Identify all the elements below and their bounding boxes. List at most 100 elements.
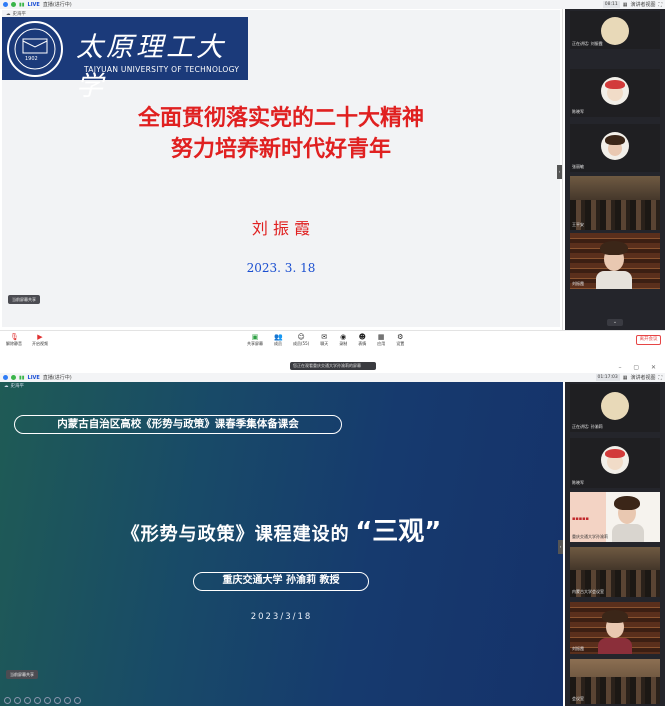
zoom-icon[interactable] — [44, 697, 51, 704]
share-screen-icon: ▣ — [251, 333, 259, 341]
unmute-button[interactable]: 🎙 解除静音 — [6, 333, 22, 347]
banner-fragment: ▪▪▪▪▪ — [572, 516, 589, 522]
participant-tile[interactable]: ▪▪▪▪▪ 重庆交通大学孙渝莉 — [570, 492, 660, 542]
participant-name: 内蒙古大学会议室 — [572, 589, 604, 594]
share-screen-button[interactable]: ▣ 共享屏幕 — [247, 333, 263, 347]
collapse-strip-handle[interactable]: › — [557, 165, 562, 179]
participant-name: 王平安 — [572, 222, 584, 227]
fullscreen-icon[interactable]: ⛶ — [658, 375, 662, 381]
mic-icon: 🎙 — [10, 333, 19, 341]
participant-tile[interactable]: 会议室 — [570, 659, 660, 704]
slide-title-main: 《形势与政策》课程建设的 — [121, 524, 350, 545]
prev-slide-icon[interactable] — [4, 697, 11, 704]
slide-author: 刘 振 霞 — [251, 219, 311, 238]
speaker-view-button[interactable]: 演讲者视图 — [630, 1, 655, 8]
screenshot-root: ▮▮ LIVE 直播(进行中) 08:11 ▦ 演讲者视图 ⛶ ☁ 史海平 19… — [0, 0, 665, 706]
meeting-toolbar: 🎙 解除静音 ▶ 开启视频 ▣ 共享屏幕 👥 成员 ☺ 成员(55) ✉ 聊天 ◉ 录制 … — [0, 330, 665, 349]
screen-share-status[interactable]: 当前屏幕共享 — [8, 295, 40, 304]
slide-1: ☁ 史海平 1902 太原理工大学 TAIYUAN UNIVERSITY OF … — [2, 10, 560, 327]
seal-year: 1902 — [25, 56, 38, 62]
participant-strip-2: 正在讲话: 孙渝莉 陈晓军 ▪▪▪▪▪ 重庆交通大学孙渝莉 内蒙古大学会议室 刘… — [565, 382, 665, 706]
top-status-bar: ▮▮ LIVE 直播(进行中) 01:17:03 ▦ 演讲者视图 ⛶ — [0, 373, 665, 382]
video-icon: ▶ — [37, 333, 43, 341]
collapse-strip-handle[interactable]: › — [558, 540, 563, 554]
live-status: 直播(进行中) — [42, 2, 72, 8]
avatar — [601, 446, 629, 474]
participant-tile[interactable]: 内蒙古大学会议室 — [570, 547, 660, 597]
slide-banner: 内蒙古自治区高校《形势与政策》课春季集体备课会 — [14, 415, 342, 434]
apps-icon: ▦ — [377, 333, 385, 341]
participant-tile[interactable]: 张丽敏 — [570, 124, 660, 172]
fullscreen-icon[interactable]: ⛶ — [658, 2, 662, 8]
slide-2: ☁ 史海平 内蒙古自治区高校《形势与政策》课春季集体备课会 《形势与政策》课程建… — [0, 382, 563, 706]
leave-meeting-button[interactable]: 离开会议 — [636, 335, 661, 345]
slides-grid-icon[interactable] — [34, 697, 41, 704]
reaction-icon: ☻ — [358, 333, 366, 341]
more-icon[interactable] — [74, 697, 81, 704]
slide-title-line-1: 全面贯彻落实党的二十大精神 — [137, 106, 424, 131]
members-button[interactable]: ☺ 成员(55) — [293, 333, 309, 347]
slide-date: 2023/3/18 — [250, 612, 313, 622]
pointer-icon[interactable] — [64, 697, 71, 704]
participant-name: 重庆交通大学孙渝莉 — [572, 534, 608, 539]
participant-name: 正在讲话: 刘振霞 — [572, 41, 603, 46]
participant-name: 刘振霞 — [572, 646, 584, 651]
avatar — [601, 392, 629, 420]
shield-icon[interactable] — [11, 375, 16, 380]
screen-share-status[interactable]: 当前屏幕共享 — [6, 670, 38, 679]
signal-icon: ▮▮ — [19, 1, 25, 8]
participant-name: 正在讲话: 孙渝莉 — [572, 424, 603, 429]
participant-tile[interactable]: 陈晓军 — [570, 69, 660, 117]
university-seal-icon — [7, 21, 63, 77]
participants-icon: 👥 — [274, 333, 283, 341]
participant-name: 陈晓军 — [572, 109, 584, 114]
participant-name: 会议室 — [572, 696, 584, 701]
chat-button[interactable]: ✉ 聊天 — [320, 333, 328, 347]
participant-tile[interactable]: 正在讲话: 孙渝莉 — [570, 384, 660, 432]
slide-speaker: 重庆交通大学 孙渝莉 教授 — [193, 572, 369, 591]
meeting-timer: 08:11 — [602, 1, 620, 8]
signal-icon: ▮▮ — [19, 374, 25, 381]
reaction-button[interactable]: ☻ 表情 — [358, 333, 366, 347]
cloud-icon: ☁ — [4, 383, 9, 389]
grid-icon[interactable]: ▦ — [623, 375, 628, 381]
slide-title-line-2: 努力培养新时代好青年 — [170, 137, 391, 162]
next-slide-icon[interactable] — [14, 697, 21, 704]
pen-icon[interactable] — [24, 697, 31, 704]
live-status: 直播(进行中) — [42, 375, 72, 381]
settings-button[interactable]: ⚙ 设置 — [396, 333, 404, 347]
grid-icon[interactable]: ▦ — [623, 2, 628, 8]
start-video-button[interactable]: ▶ 开启视频 — [32, 333, 48, 347]
logo-chinese: 太原理工大学 — [76, 32, 226, 102]
info-icon[interactable] — [3, 2, 8, 7]
viewing-share-bar[interactable]: 您正在观看重庆交通大学孙渝莉的屏幕 — [290, 362, 376, 370]
speaker-view-button[interactable]: 演讲者视图 — [630, 374, 655, 381]
apps-button[interactable]: ▦ 应用 — [377, 333, 385, 347]
participant-tile[interactable]: 王平安 — [570, 176, 660, 230]
record-button[interactable]: ◉ 录制 — [339, 333, 347, 347]
live-badge: LIVE — [27, 374, 40, 381]
window-controls[interactable]: – ▢ ✕ — [618, 364, 661, 371]
chat-icon: ✉ — [321, 333, 328, 341]
participant-tile[interactable]: 刘振霞 — [570, 602, 660, 654]
shared-screen-1: ☁ 史海平 1902 太原理工大学 TAIYUAN UNIVERSITY OF … — [0, 9, 563, 330]
participants-button[interactable]: 👥 成员 — [274, 333, 283, 347]
avatar — [601, 77, 629, 105]
participant-name: 张丽敏 — [572, 164, 584, 169]
participant-tile[interactable]: 正在讲话: 刘振霞 — [570, 11, 660, 49]
subtitle-icon[interactable] — [54, 697, 61, 704]
shield-icon[interactable] — [11, 2, 16, 7]
strip-scroll-down[interactable]: ⌄ — [607, 319, 623, 326]
members-icon: ☺ — [297, 333, 305, 341]
avatar — [601, 17, 629, 45]
meeting-timer: 01:17:03 — [595, 374, 620, 381]
participant-tile[interactable]: 陈晓军 — [570, 438, 660, 488]
slide-title: 《形势与政策》课程建设的 “三观” — [0, 511, 563, 548]
sharer-tag: ☁ 史海平 — [4, 383, 24, 390]
participant-tile[interactable]: 刘振霞 — [570, 233, 660, 289]
slide-nav-tools — [4, 697, 81, 704]
info-icon[interactable] — [3, 375, 8, 380]
logo-english: TAIYUAN UNIVERSITY OF TECHNOLOGY — [84, 65, 240, 74]
participant-name: 刘振霞 — [572, 281, 584, 286]
slide-date: 2023. 3. 18 — [246, 261, 316, 275]
